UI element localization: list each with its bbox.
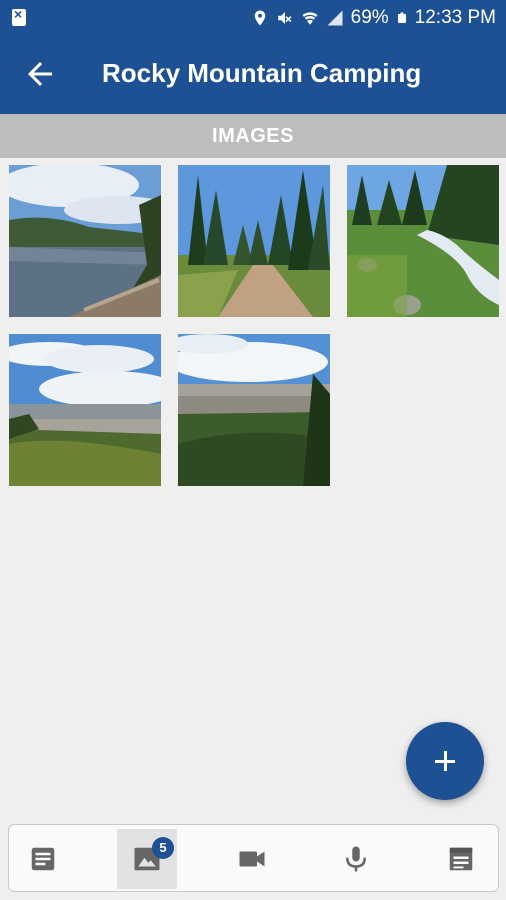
battery-icon	[397, 12, 406, 23]
page-title: Rocky Mountain Camping	[102, 58, 422, 88]
image-thumbnail-valley-view[interactable]	[9, 334, 161, 486]
status-bar: 69% 12:33 PM	[0, 0, 506, 36]
nav-item-list[interactable]	[431, 829, 491, 889]
image-thumbnail-overlook[interactable]	[178, 334, 330, 486]
section-header: IMAGES	[0, 114, 506, 158]
signal-icon	[327, 10, 343, 26]
notes-icon	[31, 847, 55, 871]
images-count-badge: 5	[152, 837, 174, 859]
list-document-icon	[449, 847, 473, 871]
image-thumbnail-mountain-stream[interactable]	[347, 165, 499, 317]
image-thumbnail-lake[interactable]	[9, 165, 161, 317]
mute-icon	[277, 12, 292, 24]
add-image-button[interactable]	[406, 722, 484, 800]
battery-percent: 69%	[350, 7, 389, 28]
image-thumbnail-forest-road[interactable]	[178, 165, 330, 317]
clock: 12:33 PM	[414, 7, 496, 28]
bottom-nav: 5	[8, 824, 499, 892]
microphone-icon	[346, 846, 366, 872]
nav-item-audio[interactable]	[326, 829, 386, 889]
app-bar: Rocky Mountain Camping	[0, 36, 506, 114]
arrow-left-icon[interactable]	[22, 56, 58, 92]
nav-item-video[interactable]	[221, 829, 281, 889]
status-indicators: 69% 12:33 PM	[251, 0, 496, 36]
notification-icon	[12, 6, 26, 26]
location-icon	[254, 10, 265, 26]
nav-item-notes[interactable]	[13, 829, 73, 889]
wifi-icon	[302, 12, 318, 25]
nav-item-images[interactable]: 5	[117, 829, 177, 889]
video-icon	[239, 851, 265, 867]
